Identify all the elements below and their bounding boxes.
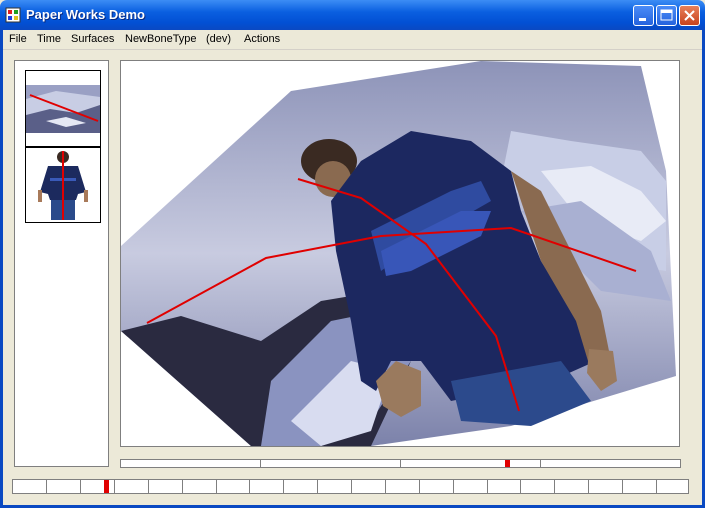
frame-divider xyxy=(148,480,149,493)
frame-divider xyxy=(622,480,623,493)
menu-separator xyxy=(3,49,702,50)
frame-divider xyxy=(283,480,284,493)
frame-divider xyxy=(656,480,657,493)
close-icon xyxy=(684,10,695,21)
main-viewport[interactable] xyxy=(120,60,680,447)
frame-divider xyxy=(46,480,47,493)
thumbnail-background[interactable] xyxy=(25,70,101,147)
window-title: Paper Works Demo xyxy=(26,7,145,22)
surfaces-panel xyxy=(14,60,109,467)
frame-divider xyxy=(588,480,589,493)
frame-divider xyxy=(216,480,217,493)
maximize-button[interactable] xyxy=(656,5,677,26)
menu-time[interactable]: Time xyxy=(37,33,61,45)
frame-divider xyxy=(351,480,352,493)
frame-divider xyxy=(182,480,183,493)
background-thumbnail-image xyxy=(26,71,100,146)
timeline-divider xyxy=(260,460,261,467)
timeline-divider xyxy=(400,460,401,467)
current-frame-marker[interactable] xyxy=(104,480,109,493)
app-icon xyxy=(5,7,21,23)
frame-divider xyxy=(80,480,81,493)
frame-divider xyxy=(487,480,488,493)
app-window: Paper Works Demo File Time Surfaces NewB… xyxy=(0,0,705,508)
frame-divider xyxy=(317,480,318,493)
close-button[interactable] xyxy=(679,5,700,26)
scene-canvas xyxy=(121,61,679,446)
minimize-button[interactable] xyxy=(633,5,654,26)
frame-divider xyxy=(249,480,250,493)
minimize-icon xyxy=(639,18,646,21)
menu-surfaces[interactable]: Surfaces xyxy=(71,33,114,45)
menu-actions[interactable]: Actions xyxy=(244,33,280,45)
thumbnail-person[interactable] xyxy=(25,147,101,223)
frame-divider xyxy=(554,480,555,493)
frame-divider xyxy=(419,480,420,493)
timeline-divider xyxy=(540,460,541,467)
person-thumbnail-image xyxy=(26,148,100,222)
frame-divider xyxy=(520,480,521,493)
frame-divider xyxy=(453,480,454,493)
menu-dev[interactable]: (dev) xyxy=(206,33,231,45)
maximize-icon xyxy=(660,9,673,21)
menu-newbonetype[interactable]: NewBoneType xyxy=(125,33,197,45)
title-bar[interactable]: Paper Works Demo xyxy=(0,0,705,30)
timeline-position-marker[interactable] xyxy=(505,460,510,467)
menu-bar: File Time Surfaces NewBoneType (dev) Act… xyxy=(3,30,702,49)
window-border-left xyxy=(0,30,3,508)
timeline-bar[interactable] xyxy=(120,459,681,468)
menu-file[interactable]: File xyxy=(9,33,27,45)
frame-divider xyxy=(114,480,115,493)
frame-strip[interactable] xyxy=(12,479,689,494)
frame-divider xyxy=(385,480,386,493)
